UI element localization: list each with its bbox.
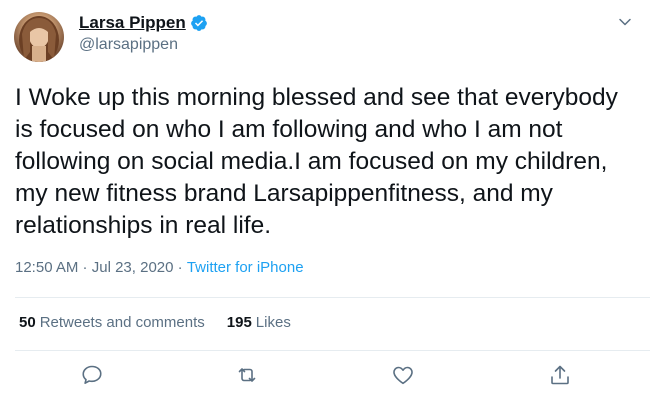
tweet-stats: 50 Retweets and comments 195 Likes [19, 314, 291, 331]
divider [15, 350, 650, 351]
likes-count: 195 [226, 314, 252, 331]
share-button[interactable] [548, 363, 574, 389]
author-handle[interactable]: @larsapippen [79, 36, 178, 54]
divider [15, 297, 650, 298]
like-button[interactable] [391, 363, 417, 389]
heart-icon [393, 366, 413, 385]
tweet-card: Larsa Pippen @larsapippen I Woke up this… [0, 0, 650, 407]
retweets-stat[interactable]: 50 Retweets and comments [19, 314, 205, 331]
tweet-source-link[interactable]: Twitter for iPhone [187, 259, 304, 276]
chevron-down-icon[interactable] [615, 12, 635, 32]
retweets-count: 50 [19, 314, 36, 331]
likes-stat[interactable]: 195 Likes [227, 314, 291, 331]
reply-button[interactable] [80, 363, 106, 389]
retweet-button[interactable] [235, 363, 261, 389]
tweet-time[interactable]: 12:50 AM [15, 259, 78, 276]
tweet-metadata: 12:50 AM · Jul 23, 2020 · Twitter for iP… [15, 259, 304, 276]
retweets-label: Retweets and comments [39, 314, 205, 331]
share-icon [551, 365, 569, 385]
verified-badge-icon [190, 15, 207, 31]
tweet-date[interactable]: Jul 23, 2020 [92, 259, 174, 276]
author-display-name[interactable]: Larsa Pippen [79, 13, 186, 33]
tweet-actions [0, 363, 650, 391]
author-name-row: Larsa Pippen [79, 13, 208, 33]
avatar[interactable] [14, 12, 64, 62]
meta-separator: · [173, 259, 187, 276]
tweet-text: I Woke up this morning blessed and see t… [15, 84, 618, 239]
likes-label: Likes [255, 314, 291, 331]
meta-separator: · [78, 259, 92, 276]
reply-icon [82, 365, 102, 384]
retweet-icon [238, 368, 256, 382]
